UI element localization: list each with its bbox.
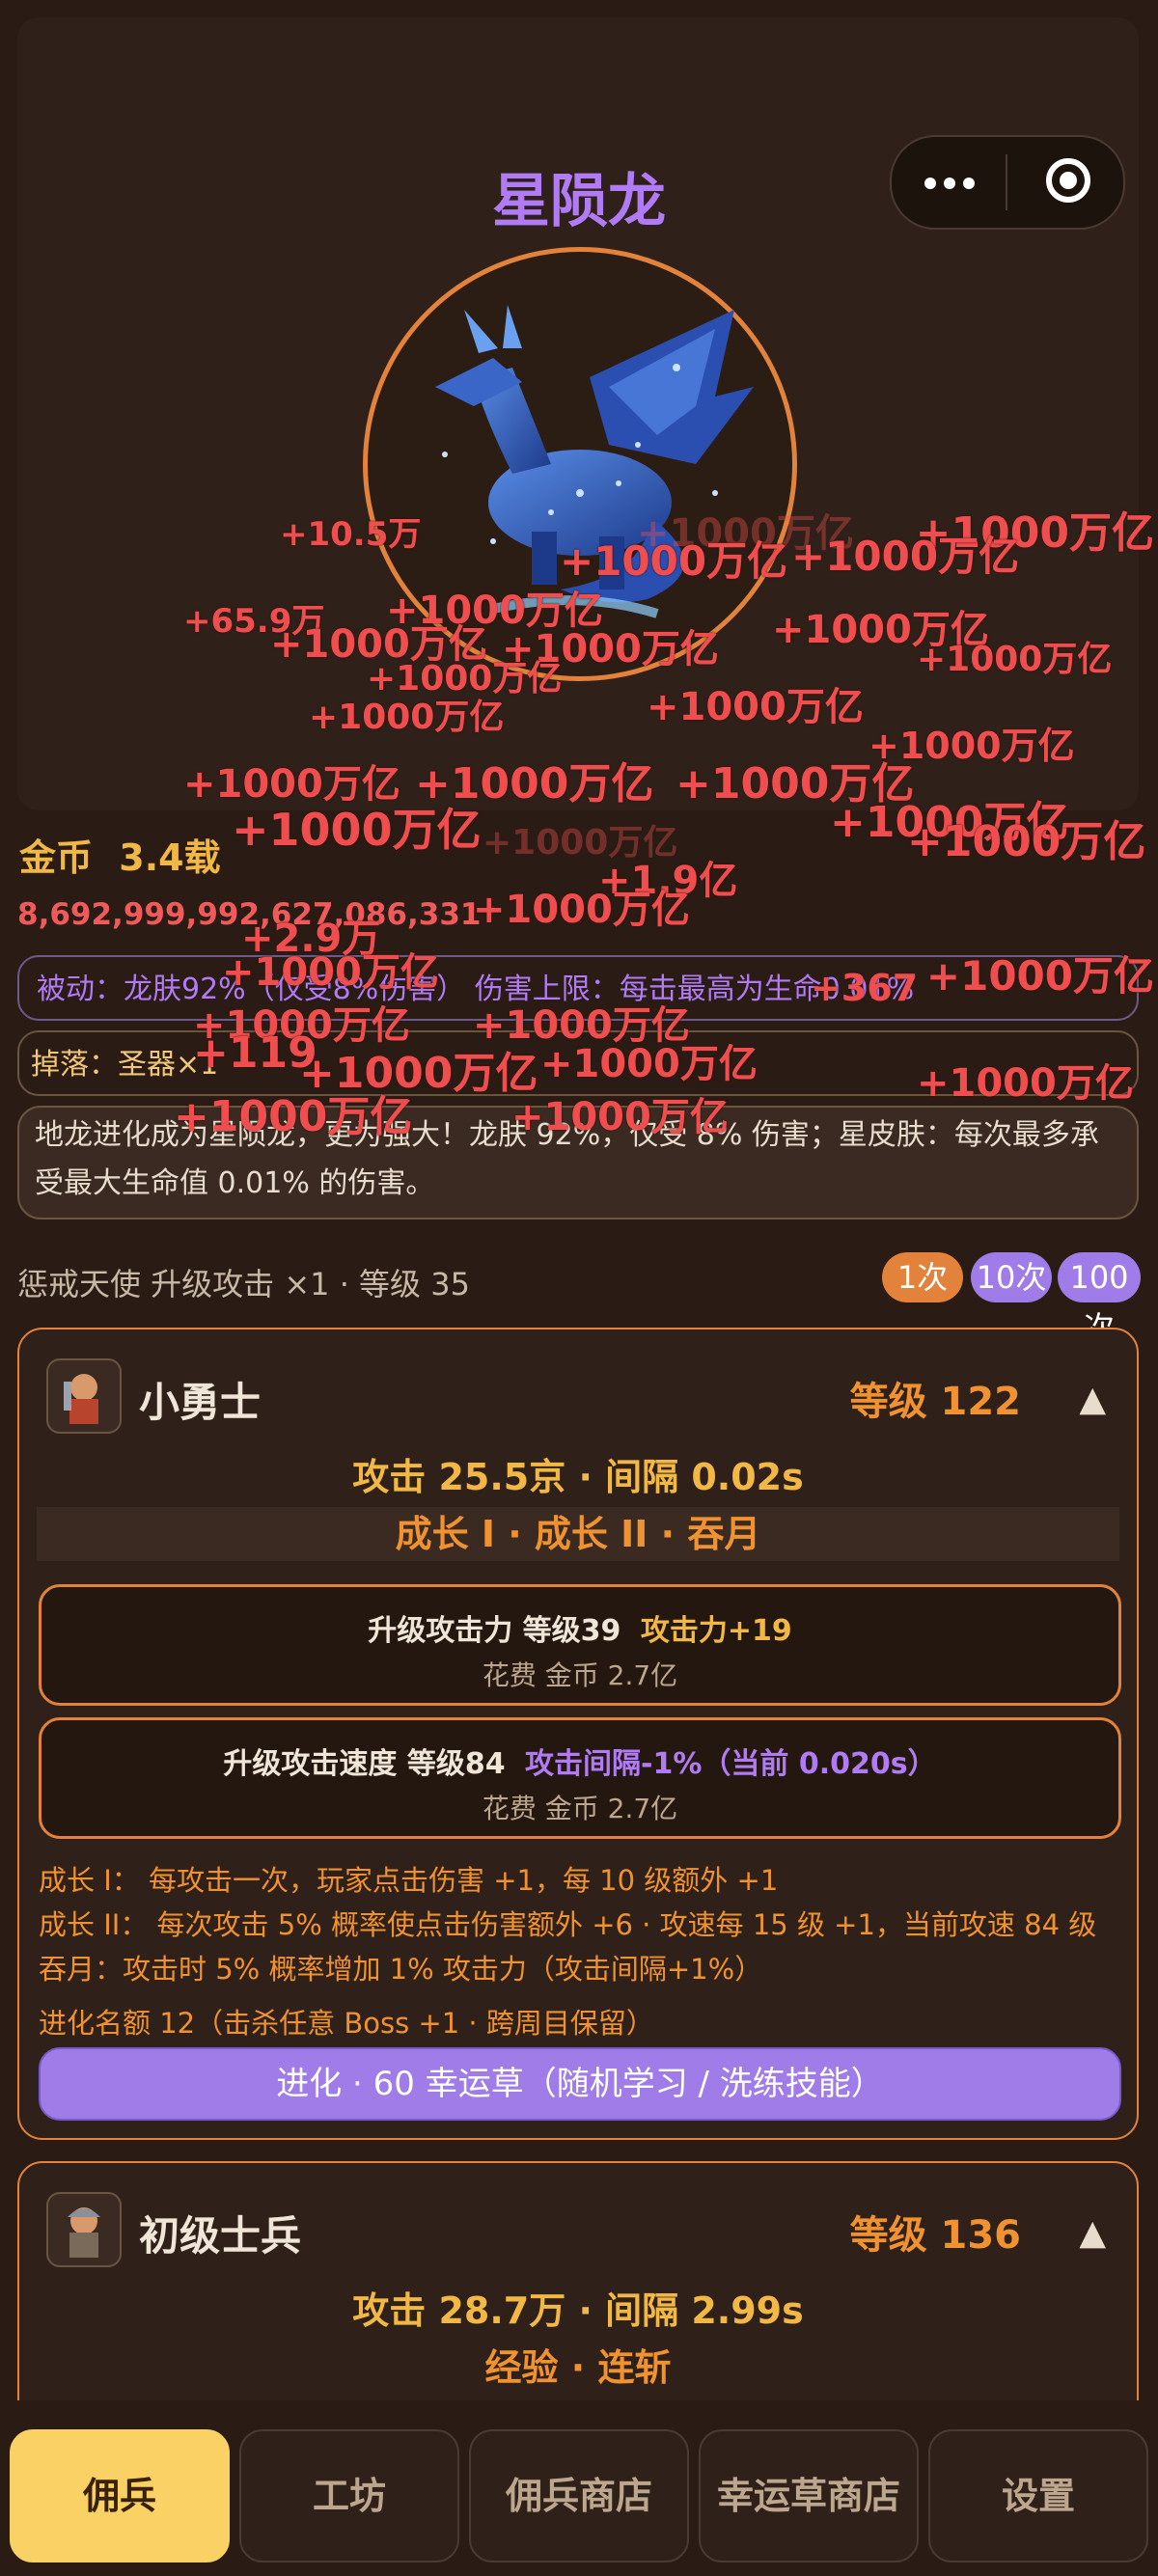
damage-number: +10.5万: [280, 515, 422, 554]
damage-number: +1000万亿: [925, 952, 1154, 1000]
damage-number: +1000万亿: [511, 1095, 729, 1139]
more-icon[interactable]: [921, 168, 979, 197]
mult-100-button[interactable]: 100次: [1058, 1252, 1141, 1346]
skill-growth-2: 成长 II： 每次攻击 5% 概率使点击伤害额外 +6 · 攻速每 15 级 +…: [39, 1908, 1097, 1941]
damage-number: +1000万亿: [917, 640, 1113, 679]
avatar: [46, 1358, 122, 1434]
skill-growth-1: 成长 I： 每攻击一次，玩家点击伤害 +1，每 10 级额外 +1: [39, 1864, 779, 1897]
upgrade-speed-cost: 花费 金币 2.7亿: [482, 1793, 678, 1824]
upgrade-speed-button[interactable]: 升级攻击速度 等级84 攻击间隔-1%（当前 0.020s） 花费 金币 2.7…: [39, 1717, 1121, 1839]
avatar: [46, 2192, 122, 2267]
close-target-icon[interactable]: [1046, 158, 1090, 203]
upgrade-attack-cost: 花费 金币 2.7亿: [482, 1659, 678, 1691]
gold-display: 金币 3.4载: [19, 828, 221, 881]
merc-traits: 经验 · 连斩: [484, 2346, 672, 2389]
evolve-quota: 进化名额 12（击杀任意 Boss +1 · 跨周目保留）: [39, 2007, 654, 2040]
miniprogram-capsule: [890, 135, 1125, 230]
gold-value: 3.4载: [119, 836, 221, 879]
collapse-icon[interactable]: ▲: [1079, 1380, 1106, 1419]
damage-number: +1000万亿: [907, 817, 1146, 866]
upgrade-speed-title: 升级攻击速度 等级84 攻击间隔-1%（当前 0.020s）: [223, 1747, 937, 1781]
merc-stat: 攻击 28.7万 · 间隔 2.99s: [352, 2289, 804, 2332]
damage-number: +1000万亿: [232, 804, 482, 856]
damage-number: +367: [811, 967, 919, 1009]
damage-number: +1000万亿: [540, 1042, 758, 1086]
upgrade-attack-button[interactable]: 升级攻击力 等级39 攻击力+19 花费 金币 2.7亿: [39, 1584, 1121, 1706]
damage-number: +1000万亿: [917, 1061, 1134, 1106]
tab-clover-shop[interactable]: 幸运草商店: [699, 2429, 919, 2562]
merc-card-little-warrior: 小勇士 等级 122 ▲ 攻击 25.5京 · 间隔 0.02s 成长 I · …: [17, 1328, 1139, 2140]
merc-level: 等级 136: [849, 2213, 1021, 2258]
tab-workshop[interactable]: 工坊: [239, 2429, 459, 2562]
angel-info: 惩戒天使 升级攻击 ×1 · 等级 35: [17, 1266, 470, 1302]
damage-number: +1000万亿: [473, 888, 690, 932]
damage-number: +1000万亿: [791, 533, 1020, 580]
damage-number: +1000万亿: [222, 950, 439, 995]
upgrade-attack-title: 升级攻击力 等级39 攻击力+19: [368, 1614, 792, 1648]
tab-settings[interactable]: 设置: [928, 2429, 1148, 2562]
bottom-nav: 佣兵 工坊 佣兵商店 幸运草商店 设置: [0, 2400, 1158, 2576]
mult-1-button[interactable]: 1次: [882, 1252, 963, 1302]
damage-number: +1000万亿: [309, 698, 505, 737]
damage-number: +1000万亿: [174, 1092, 413, 1141]
collapse-icon[interactable]: ▲: [1079, 2213, 1106, 2253]
merc-name: 初级士兵: [139, 2212, 302, 2260]
skill-devour-moon: 吞月：攻击时 5% 概率增加 1% 攻击力（攻击间隔+1%）: [39, 1953, 763, 1986]
merc-traits: 成长 I · 成长 II · 吞月: [37, 1507, 1119, 1561]
merc-level: 等级 122: [849, 1380, 1021, 1424]
merc-name: 小勇士: [139, 1379, 262, 1426]
gold-label: 金币: [19, 836, 94, 879]
tab-mercenary[interactable]: 佣兵: [10, 2429, 230, 2562]
damage-number: +1000万亿: [647, 685, 864, 729]
evolve-button[interactable]: 进化 · 60 幸运草（随机学习 / 洗练技能）: [39, 2047, 1121, 2121]
tab-merc-shop[interactable]: 佣兵商店: [469, 2429, 689, 2562]
merc-stat: 攻击 25.5京 · 间隔 0.02s: [352, 1456, 804, 1498]
mult-10-button[interactable]: 10次: [971, 1252, 1052, 1302]
